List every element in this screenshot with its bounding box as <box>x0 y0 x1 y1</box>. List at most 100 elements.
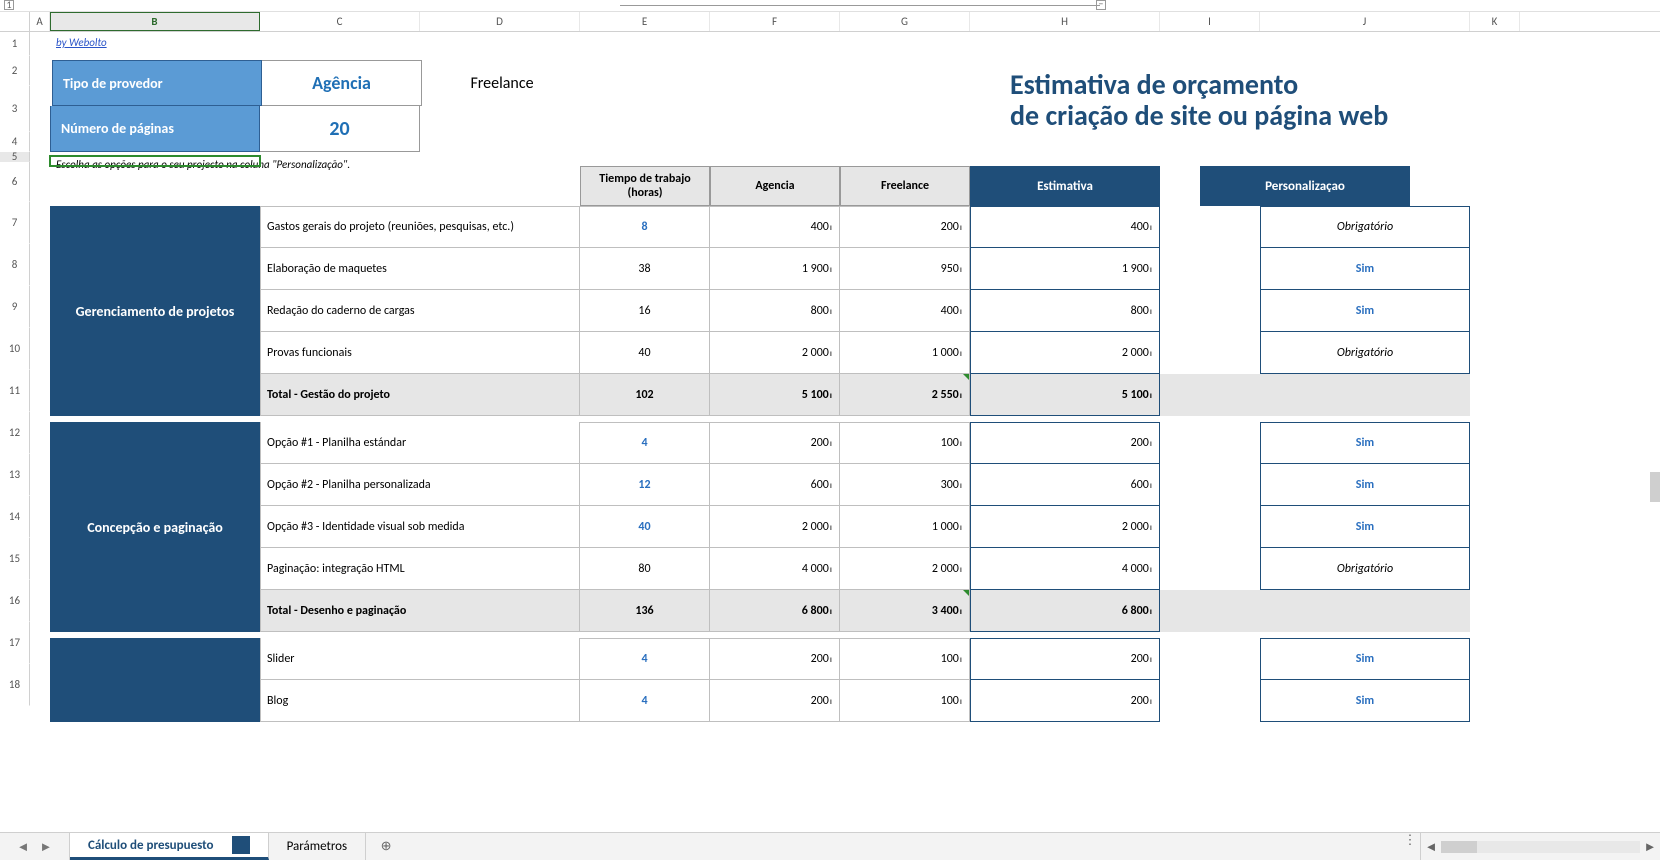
row-17[interactable]: 17 <box>0 622 30 664</box>
add-sheet-button[interactable]: ⊕ <box>366 833 406 860</box>
cell-freelance[interactable]: 200 <box>840 206 970 248</box>
cell-hours[interactable]: 16 <box>580 290 710 332</box>
cell-personalization[interactable]: Obrigatório <box>1260 206 1470 248</box>
cell-freelance[interactable]: 400 <box>840 290 970 332</box>
cell-personalization[interactable]: Obrigatório <box>1260 332 1470 374</box>
cell-estimate[interactable]: 1 900 <box>970 248 1160 290</box>
cell-hours[interactable]: 4 <box>580 638 710 680</box>
row-18[interactable]: 18 <box>0 664 30 706</box>
col-C[interactable]: C <box>260 12 420 31</box>
cell-freelance[interactable]: 950 <box>840 248 970 290</box>
cell-agencia[interactable]: 800 <box>710 290 840 332</box>
col-G[interactable]: G <box>840 12 970 31</box>
col-E[interactable]: E <box>580 12 710 31</box>
cell-hours[interactable]: 38 <box>580 248 710 290</box>
col-D[interactable]: D <box>420 12 580 31</box>
cell-agencia[interactable]: 200 <box>710 422 840 464</box>
cell-estimate[interactable]: 4 000 <box>970 548 1160 590</box>
cell-estimate[interactable]: 2 000 <box>970 506 1160 548</box>
grid-area[interactable]: 1 2 3 4 5 6 7 8 9 10 11 12 13 14 15 16 1… <box>0 32 1660 832</box>
scroll-track[interactable] <box>1441 841 1640 853</box>
cell-personalization[interactable]: Obrigatório <box>1260 548 1470 590</box>
vertical-scroll-thumb[interactable] <box>1650 472 1660 502</box>
row-1[interactable]: 1 <box>0 32 30 56</box>
cell-personalization[interactable]: Sim <box>1260 422 1470 464</box>
row-13[interactable]: 13 <box>0 454 30 496</box>
horizontal-scrollbar[interactable]: ◄ ► <box>1420 833 1660 860</box>
row-4[interactable]: 4 <box>0 132 30 152</box>
cell-freelance[interactable]: 2 000 <box>840 548 970 590</box>
row-14[interactable]: 14 <box>0 496 30 538</box>
tab-calculo[interactable]: Cálculo de presupuesto <box>70 833 269 860</box>
tab-nav-buttons[interactable]: ◄ ► <box>0 833 70 860</box>
chevron-left-icon[interactable]: ◄ <box>17 839 30 855</box>
row-3[interactable]: 3 <box>0 86 30 132</box>
cell-freelance[interactable]: 100 <box>840 638 970 680</box>
row-10[interactable]: 10 <box>0 328 30 370</box>
select-all-corner[interactable] <box>0 12 30 31</box>
provider-value[interactable]: Agência <box>262 60 422 106</box>
row-8[interactable]: 8 <box>0 244 30 286</box>
cell-agencia[interactable]: 200 <box>710 680 840 722</box>
cell-hours[interactable]: 8 <box>580 206 710 248</box>
row-2[interactable]: 2 <box>0 56 30 86</box>
scroll-thumb[interactable] <box>1441 841 1477 853</box>
cell-personalization[interactable]: Sim <box>1260 248 1470 290</box>
cell-freelance[interactable]: 100 <box>840 680 970 722</box>
scroll-left-icon[interactable]: ◄ <box>1421 839 1441 855</box>
cell-personalization[interactable]: Sim <box>1260 638 1470 680</box>
comment-indicator-icon[interactable] <box>963 590 969 596</box>
row-6[interactable]: 6 <box>0 162 30 202</box>
credit-link[interactable]: by Webolto <box>50 32 260 56</box>
tab-split-handle[interactable]: ⋮ <box>1400 833 1420 860</box>
chevron-right-icon[interactable]: ► <box>40 839 53 855</box>
outline-collapse[interactable]: − <box>1096 0 1106 10</box>
cell-agencia[interactable]: 400 <box>710 206 840 248</box>
col-J[interactable]: J <box>1260 12 1470 31</box>
cell-estimate[interactable]: 200 <box>970 680 1160 722</box>
scroll-right-icon[interactable]: ► <box>1640 839 1660 855</box>
outline-level-1[interactable]: 1 <box>4 0 14 10</box>
cell-hours[interactable]: 4 <box>580 680 710 722</box>
active-cell-B5[interactable] <box>50 156 260 166</box>
col-F[interactable]: F <box>710 12 840 31</box>
row-12[interactable]: 12 <box>0 412 30 454</box>
cell-estimate[interactable]: 600 <box>970 464 1160 506</box>
cell-freelance[interactable]: 1 000 <box>840 506 970 548</box>
cell-estimate[interactable]: 800 <box>970 290 1160 332</box>
cell-hours[interactable]: 12 <box>580 464 710 506</box>
row-11[interactable]: 11 <box>0 370 30 412</box>
cell-hours[interactable]: 4 <box>580 422 710 464</box>
cell-personalization[interactable]: Sim <box>1260 464 1470 506</box>
cell-freelance[interactable]: 100 <box>840 422 970 464</box>
cell-hours[interactable]: 40 <box>580 332 710 374</box>
tab-parametros[interactable]: Parámetros <box>269 833 367 860</box>
cell-personalization[interactable]: Sim <box>1260 680 1470 722</box>
cell-hours[interactable]: 40 <box>580 506 710 548</box>
cell-estimate[interactable]: 2 000 <box>970 332 1160 374</box>
row-7[interactable]: 7 <box>0 202 30 244</box>
cell-estimate[interactable]: 200 <box>970 638 1160 680</box>
cell-agencia[interactable]: 2 000 <box>710 506 840 548</box>
row-16[interactable]: 16 <box>0 580 30 622</box>
col-A[interactable]: A <box>30 12 50 31</box>
cell-agencia[interactable]: 2 000 <box>710 332 840 374</box>
cell-agencia[interactable]: 4 000 <box>710 548 840 590</box>
pages-value[interactable]: 20 <box>260 106 420 152</box>
cell-estimate[interactable]: 400 <box>970 206 1160 248</box>
col-I[interactable]: I <box>1160 12 1260 31</box>
row-15[interactable]: 15 <box>0 538 30 580</box>
cell-agencia[interactable]: 1 900 <box>710 248 840 290</box>
cell-agencia[interactable]: 600 <box>710 464 840 506</box>
cell-freelance[interactable]: 300 <box>840 464 970 506</box>
comment-indicator-icon[interactable] <box>963 374 969 380</box>
cell-personalization[interactable]: Sim <box>1260 506 1470 548</box>
cell-agencia[interactable]: 200 <box>710 638 840 680</box>
col-K[interactable]: K <box>1470 12 1520 31</box>
vertical-scrollbar[interactable] <box>1650 32 1660 832</box>
row-5[interactable]: 5 <box>0 152 30 162</box>
cell-freelance[interactable]: 1 000 <box>840 332 970 374</box>
cell-hours[interactable]: 80 <box>580 548 710 590</box>
cell-estimate[interactable]: 200 <box>970 422 1160 464</box>
row-9[interactable]: 9 <box>0 286 30 328</box>
